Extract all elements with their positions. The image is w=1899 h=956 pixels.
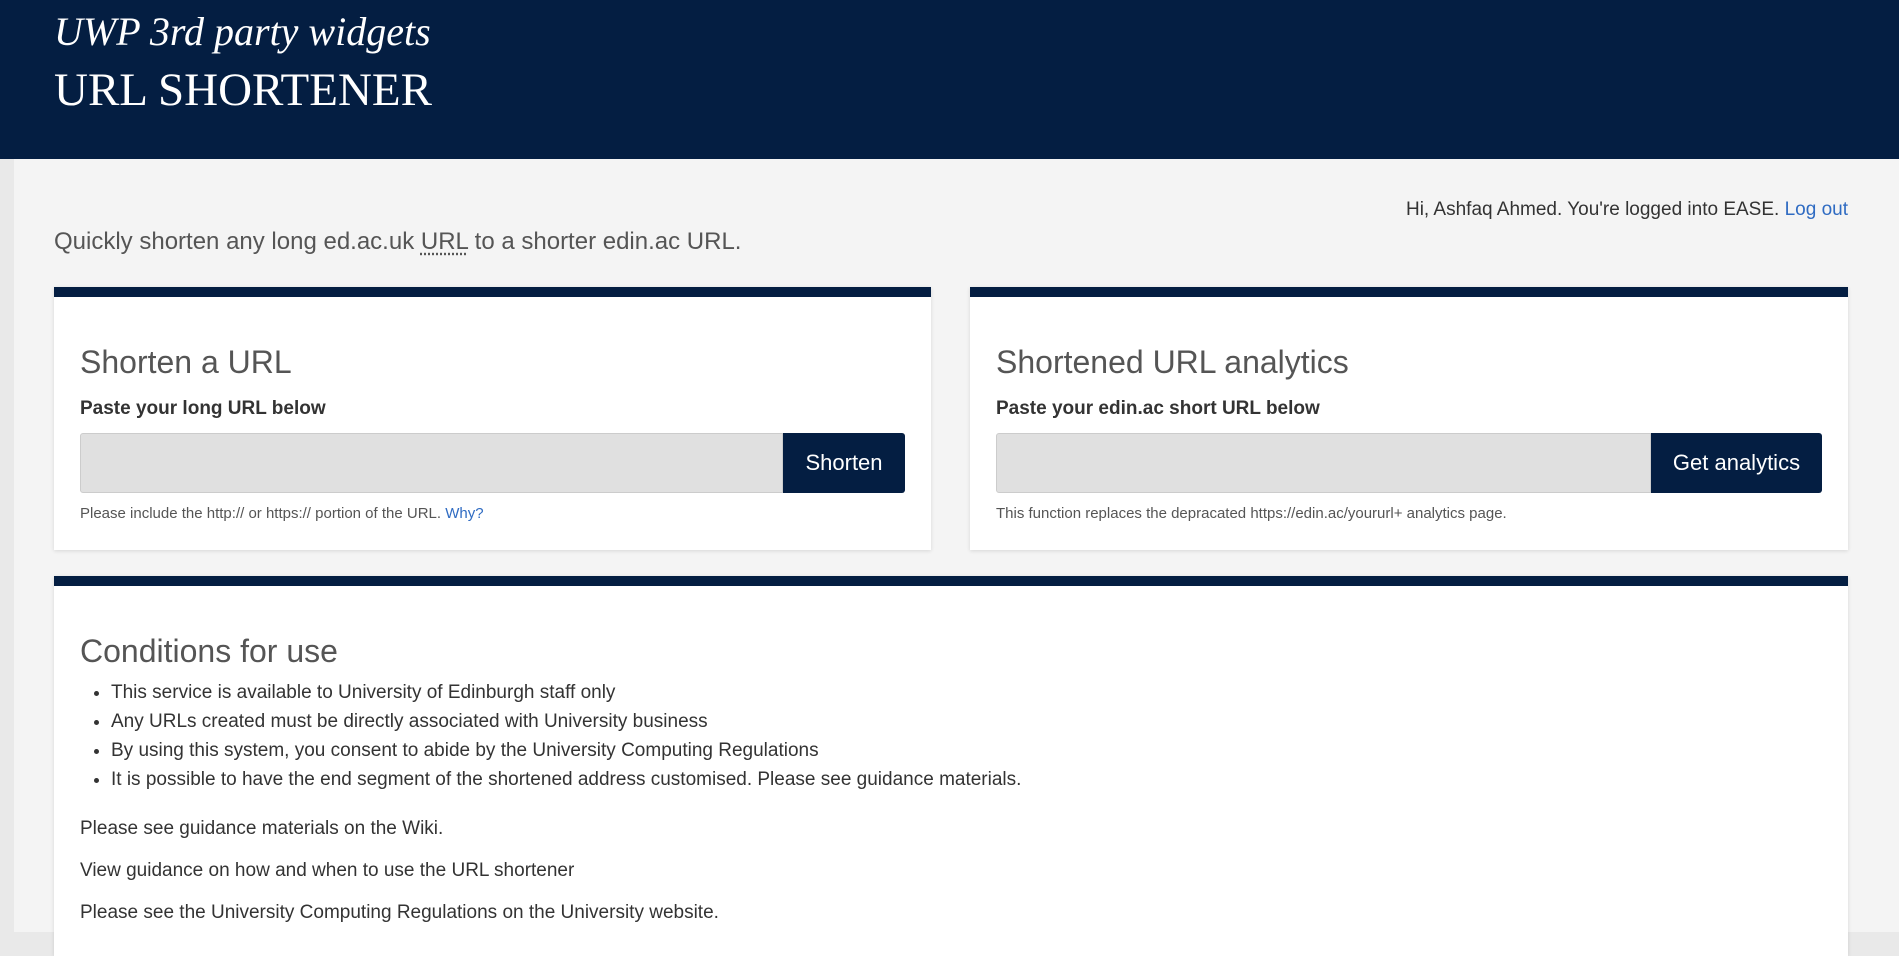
short-url-label: Paste your edin.ac short URL below [996, 398, 1320, 419]
condition-item: By using this system, you consent to abi… [111, 736, 1021, 765]
analytics-panel: Shortened URL analytics Paste your edin.… [970, 287, 1848, 550]
shorten-heading: Shorten a URL [80, 344, 292, 380]
short-url-input[interactable] [996, 433, 1651, 493]
shorten-url-panel: Shorten a URL Paste your long URL below … [54, 287, 931, 550]
shorten-button[interactable]: Shorten [783, 433, 905, 493]
page-title: URL SHORTENER [54, 64, 432, 116]
condition-item: This service is available to University … [111, 678, 1021, 707]
condition-item: Any URLs created must be directly associ… [111, 707, 1021, 736]
long-url-input[interactable] [80, 433, 783, 493]
logout-link[interactable]: Log out [1785, 199, 1848, 220]
wiki-text: Please see guidance materials on the Wik… [80, 818, 444, 839]
long-url-label: Paste your long URL below [80, 398, 326, 419]
shorten-help: Please include the http:// or https:// p… [80, 504, 484, 524]
login-status: Hi, Ashfaq Ahmed. You're logged into EAS… [1406, 197, 1848, 223]
get-analytics-button[interactable]: Get analytics [1651, 433, 1822, 493]
analytics-help: This function replaces the depracated ht… [996, 505, 1507, 522]
analytics-heading: Shortened URL analytics [996, 344, 1349, 380]
why-link[interactable]: Why? [445, 505, 483, 522]
condition-item: It is possible to have the end segment o… [111, 765, 1021, 794]
header-subtitle: UWP 3rd party widgets [54, 9, 431, 54]
intro-text: Quickly shorten any long ed.ac.uk URL to… [54, 225, 741, 259]
guidance-link[interactable]: View guidance on how and when to use the… [80, 858, 574, 884]
url-abbreviation: URL [420, 228, 468, 255]
shorten-help-text: Please include the http:// or https:// p… [80, 505, 446, 522]
conditions-list: This service is available to University … [80, 678, 1021, 794]
conditions-heading: Conditions for use [80, 633, 338, 669]
site-header: UWP 3rd party widgets URL SHORTENER [0, 0, 1899, 159]
intro-before: Quickly shorten any long ed.ac.uk [54, 228, 421, 255]
regulations-text: Please see the University Computing Regu… [80, 902, 719, 923]
conditions-panel: Conditions for use This service is avail… [54, 576, 1848, 956]
login-greeting: Hi, Ashfaq Ahmed. You're logged into EAS… [1405, 199, 1780, 220]
intro-after: to a shorter edin.ac URL. [468, 228, 742, 255]
